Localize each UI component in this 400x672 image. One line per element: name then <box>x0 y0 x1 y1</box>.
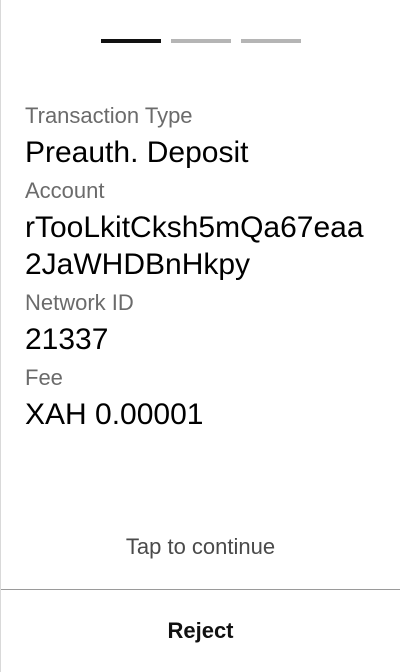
reject-button[interactable]: Reject <box>1 590 400 672</box>
account-value: rTooLkitCksh5mQa67eaa2JaWHDBnHkpy <box>25 211 364 281</box>
field-network-id: Network ID 21337 <box>25 289 376 358</box>
transaction-review-screen[interactable]: Transaction Type Preauth. Deposit Accoun… <box>0 0 400 672</box>
page-indicator-segment-3 <box>241 39 301 43</box>
page-indicator <box>101 39 301 43</box>
fee-value: XAH 0.00001 <box>25 398 204 431</box>
tap-to-continue-hint[interactable]: Tap to continue <box>1 533 400 561</box>
field-transaction-type: Transaction Type Preauth. Deposit <box>25 102 376 171</box>
page-indicator-segment-2 <box>171 39 231 43</box>
transaction-type-label: Transaction Type <box>25 103 193 128</box>
transaction-details: Transaction Type Preauth. Deposit Accoun… <box>25 102 376 439</box>
network-id-value: 21337 <box>25 323 109 356</box>
network-id-label: Network ID <box>25 290 134 315</box>
transaction-type-value: Preauth. Deposit <box>25 136 249 169</box>
account-label: Account <box>25 178 105 203</box>
field-fee: Fee XAH 0.00001 <box>25 364 376 433</box>
field-account: Account rTooLkitCksh5mQa67eaa2JaWHDBnHkp… <box>25 177 376 283</box>
page-indicator-segment-1 <box>101 39 161 43</box>
fee-label: Fee <box>25 365 63 390</box>
